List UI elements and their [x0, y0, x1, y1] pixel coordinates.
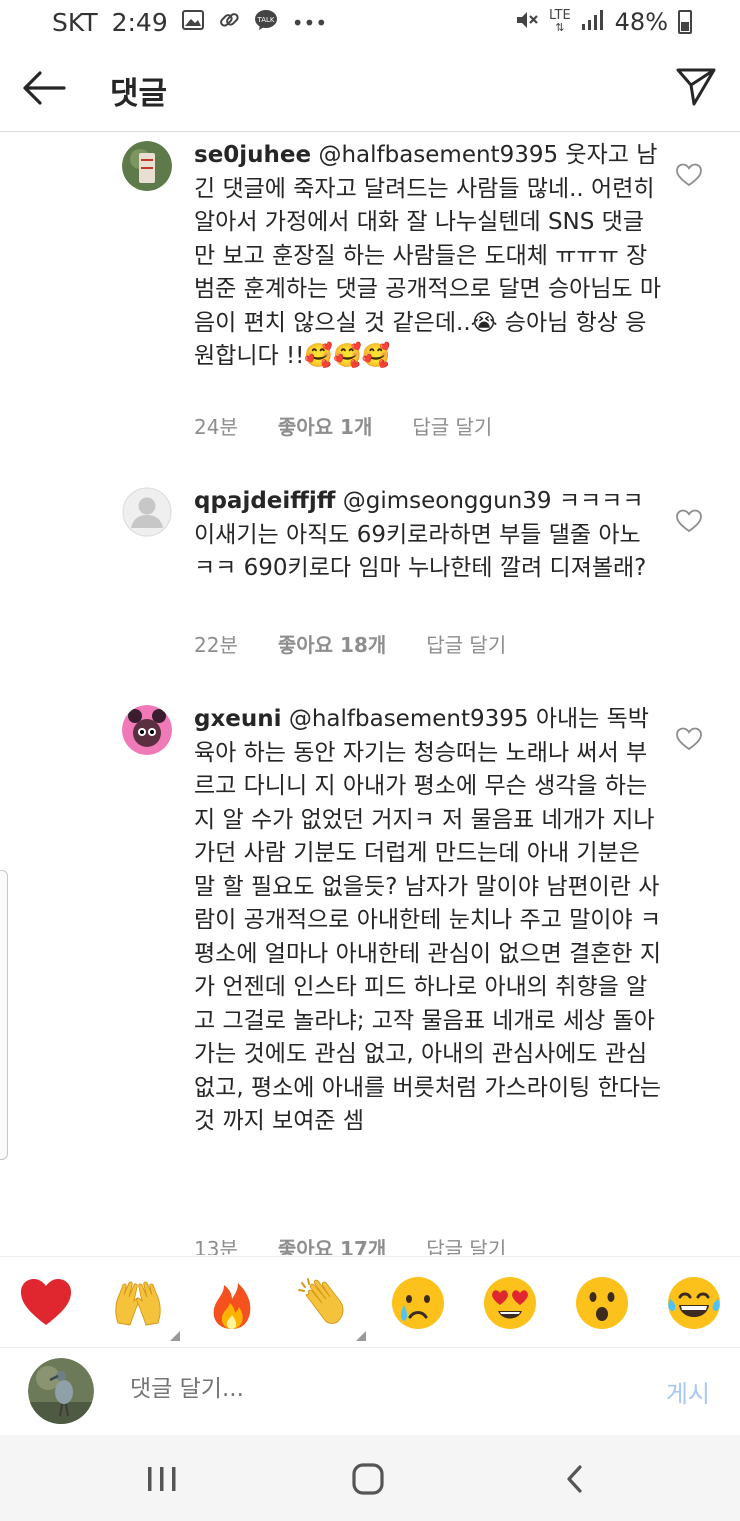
- emoji-fire-button[interactable]: [204, 1275, 260, 1331]
- comment-body: qpajdeiffjff @gimseonggun39 ㅋㅋㅋㅋ 이새기는 아직…: [194, 485, 664, 586]
- emoji-crying-face-button[interactable]: [390, 1275, 446, 1331]
- red-heart-icon: [21, 1279, 71, 1325]
- battery-percent: 48%: [614, 8, 668, 36]
- comment-username[interactable]: qpajdeiffjff: [194, 488, 335, 514]
- heart-outline-icon: [676, 727, 702, 751]
- back-nav-button[interactable]: [556, 1459, 596, 1499]
- mute-icon: [515, 9, 539, 36]
- comment-likes[interactable]: 좋아요 17개: [278, 1233, 386, 1255]
- fire-icon: [213, 1283, 251, 1329]
- comment-list[interactable]: se0juhee @halfbasement9395 웃자고 남긴 댓글에 죽자…: [0, 133, 740, 1255]
- comment-text: 아내는 독박육아 하는 동안 자기는 청승떠는 노래나 써서 부르고 다니니 지…: [194, 706, 662, 1134]
- tears-of-joy-icon: [668, 1277, 720, 1329]
- edge-panel-handle[interactable]: [0, 870, 8, 1160]
- clock: 2:49: [111, 8, 168, 37]
- emoji-raising-hands-button[interactable]: [110, 1275, 180, 1341]
- post-button[interactable]: 게시: [666, 1374, 710, 1409]
- chevron-left-icon: [567, 1465, 582, 1493]
- home-button[interactable]: [348, 1459, 388, 1499]
- back-button[interactable]: [20, 64, 68, 112]
- heart-eyes-face-icon: [484, 1277, 536, 1329]
- svg-text:TALK: TALK: [256, 16, 274, 24]
- battery-icon: [678, 10, 692, 34]
- gallery-icon: [181, 10, 204, 35]
- comment-time: 22분: [194, 633, 238, 657]
- reply-button[interactable]: 답글 달기: [426, 1233, 506, 1255]
- like-button[interactable]: [676, 163, 702, 187]
- emoji-tears-of-joy-button[interactable]: [666, 1275, 722, 1331]
- share-button[interactable]: [674, 64, 718, 108]
- avatar[interactable]: [122, 141, 172, 191]
- arrow-left-icon: [23, 71, 66, 105]
- comment-likes[interactable]: 좋아요 18개: [278, 629, 386, 658]
- more-notifications-icon: •••: [291, 10, 328, 35]
- page-title: 댓글: [110, 76, 168, 112]
- comment-meta: 22분 좋아요 18개 답글 달기: [194, 629, 506, 658]
- comment-time: 24분: [194, 415, 238, 439]
- lte-icon: LTE ⇅: [549, 8, 571, 34]
- comment-username[interactable]: se0juhee: [194, 142, 311, 168]
- like-button[interactable]: [676, 727, 702, 751]
- recent-apps-button[interactable]: [142, 1459, 182, 1499]
- comment-body: gxeuni @halfbasement9395 아내는 독박육아 하는 동안 …: [194, 703, 664, 1139]
- comment-username[interactable]: gxeuni: [194, 706, 282, 732]
- emoji-quick-bar: [0, 1256, 740, 1346]
- emoji-clapping-hands-button[interactable]: [296, 1275, 366, 1341]
- home-icon: [352, 1463, 384, 1495]
- emoji-surprised-face-button[interactable]: [574, 1275, 630, 1331]
- recent-apps-icon: [148, 1467, 176, 1491]
- avatar[interactable]: [122, 705, 172, 755]
- comment-body: se0juhee @halfbasement9395 웃자고 남긴 댓글에 죽자…: [194, 139, 664, 374]
- heart-outline-icon: [676, 163, 702, 187]
- crying-face-icon: [392, 1277, 444, 1329]
- comment-mention[interactable]: @gimseonggun39: [343, 488, 552, 514]
- comment-likes[interactable]: 좋아요 1개: [278, 411, 372, 440]
- emoji-heart-eyes-button[interactable]: [482, 1275, 538, 1331]
- comment-input[interactable]: [130, 1376, 530, 1402]
- status-bar: SKT 2:49 TALK ••• LTE ⇅ 48%: [0, 0, 740, 46]
- heart-outline-icon: [676, 509, 702, 533]
- navigation-bar: [0, 1435, 740, 1521]
- avatar[interactable]: [122, 487, 172, 537]
- like-button[interactable]: [676, 509, 702, 533]
- my-avatar: [28, 1358, 94, 1424]
- reply-button[interactable]: 답글 달기: [426, 629, 506, 658]
- carrier-label: SKT: [52, 8, 98, 37]
- emoji-variants-indicator: [170, 1331, 180, 1341]
- emoji-red-heart-button[interactable]: [18, 1275, 74, 1331]
- kakaotalk-icon: TALK: [254, 9, 278, 36]
- clapping-hands-icon: [298, 1278, 344, 1324]
- emoji-variants-indicator: [356, 1331, 366, 1341]
- comment-mention[interactable]: @halfbasement9395: [289, 706, 529, 732]
- comment-mention[interactable]: @halfbasement9395: [318, 142, 558, 168]
- reply-button[interactable]: 답글 달기: [412, 411, 492, 440]
- raising-hands-icon: [115, 1281, 161, 1326]
- header: 댓글: [0, 46, 740, 132]
- comment-time: 13분: [194, 1237, 238, 1255]
- surprised-face-icon: [576, 1277, 628, 1329]
- comment-meta: 24분 좋아요 1개 답글 달기: [194, 411, 492, 440]
- comment-input-row: 게시: [0, 1347, 740, 1435]
- link-icon: [218, 9, 240, 36]
- comment-meta: 13분 좋아요 17개 답글 달기: [194, 1233, 506, 1255]
- paper-plane-icon: [676, 68, 716, 106]
- comment-text: 웃자고 남긴 댓글에 죽자고 달려드는 사람들 많네.. 어련히 알아서 가정에…: [194, 142, 662, 369]
- signal-icon: [581, 9, 605, 36]
